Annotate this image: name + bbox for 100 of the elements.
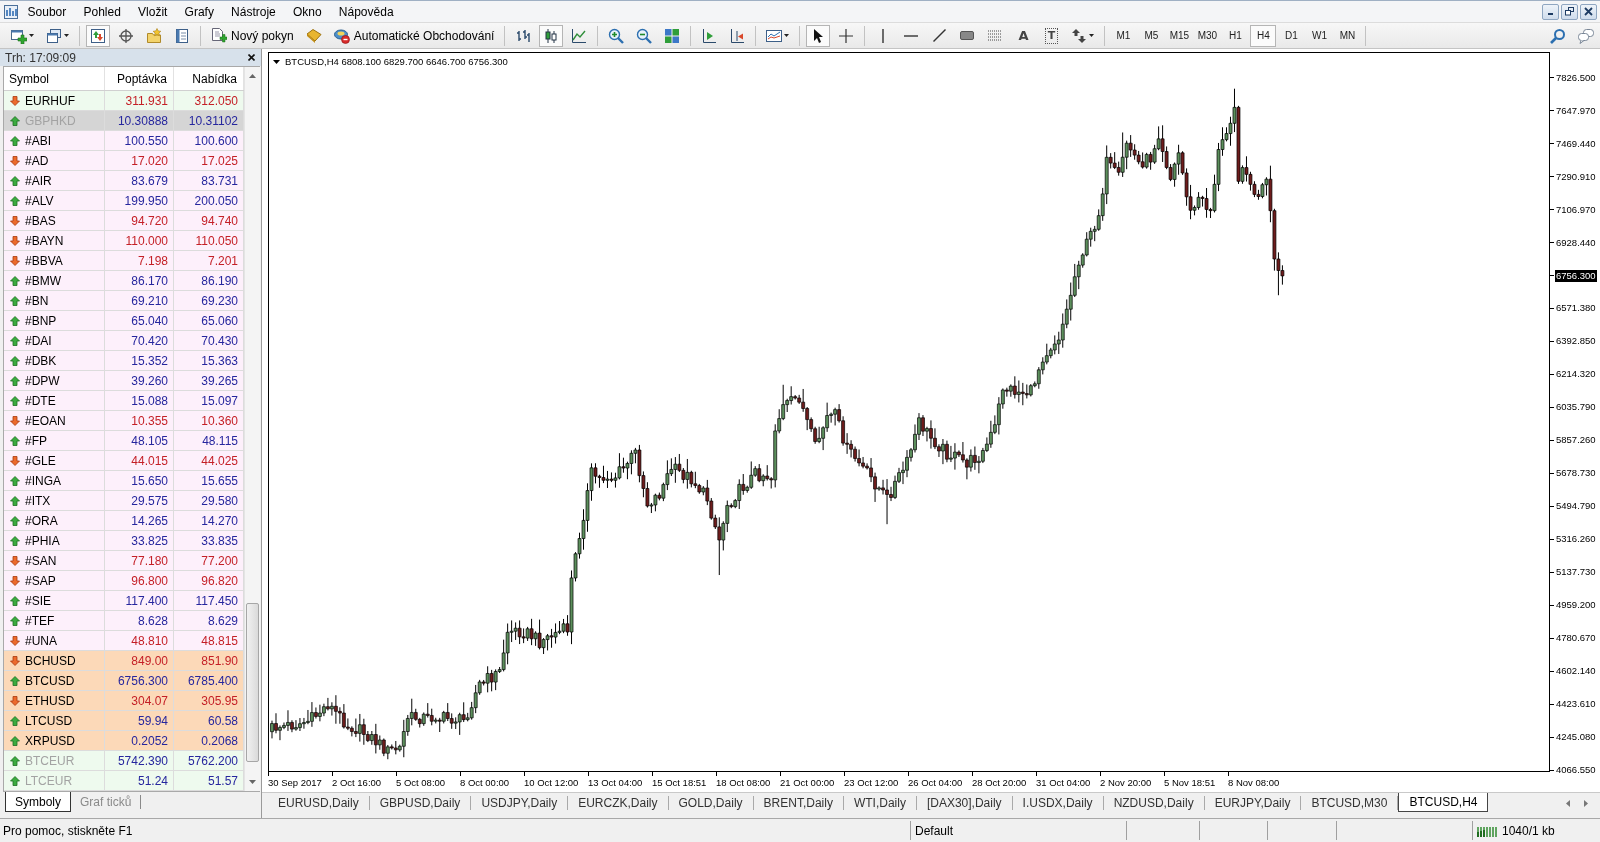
- tile-windows-icon: [664, 27, 681, 44]
- bid-price: 10.30888: [105, 111, 174, 130]
- quote-row[interactable]: ETHUSD 304.07 305.95: [4, 691, 244, 711]
- caret-icon: [1089, 34, 1095, 37]
- time-label: 28 Oct 20:00: [972, 777, 1027, 788]
- quote-row[interactable]: #BNP 65.040 65.060: [4, 311, 244, 331]
- toolbar-button[interactable]: [539, 24, 564, 47]
- bid-price: 59.94: [105, 711, 174, 730]
- symbol-name: BCHUSD: [25, 653, 76, 668]
- quote-row[interactable]: #FP 48.105 48.115: [4, 431, 244, 451]
- quote-row[interactable]: XRPUSD 0.2052 0.2068: [4, 731, 244, 751]
- quote-row[interactable]: BCHUSD 849.00 851.90: [4, 651, 244, 671]
- scroll-thumb[interactable]: [246, 603, 259, 762]
- chart-tab[interactable]: USDJPY,Daily: [471, 796, 569, 810]
- quote-row[interactable]: LTCUSD 59.94 60.58: [4, 711, 244, 731]
- quote-row[interactable]: #SAP 96.800 96.820: [4, 571, 244, 591]
- quote-row[interactable]: #DBK 15.352 15.363: [4, 351, 244, 371]
- time-label: 26 Oct 04:00: [908, 777, 963, 788]
- close-icon: [1584, 7, 1593, 16]
- chart-tab[interactable]: [DAX30],Daily: [916, 796, 1013, 810]
- chart-tab[interactable]: EURUSD,Daily: [268, 796, 370, 810]
- quote-row[interactable]: #SIE 117.400 117.450: [4, 591, 244, 611]
- caret-icon: [29, 34, 34, 37]
- panel-tab[interactable]: Symboly: [5, 792, 71, 812]
- new-order-button[interactable]: Nový pokyn: [207, 24, 298, 47]
- price-label: 6571.380: [1555, 302, 1597, 315]
- quote-row[interactable]: #ITX 29.575 29.580: [4, 491, 244, 511]
- quote-row[interactable]: #PHIA 33.825 33.835: [4, 531, 244, 551]
- toolbar-button[interactable]: [86, 24, 110, 47]
- quote-row[interactable]: #DPW 39.260 39.265: [4, 371, 244, 391]
- toolbar-button[interactable]: A: [1011, 24, 1036, 47]
- quote-row[interactable]: #ABI 100.550 100.600: [4, 131, 244, 151]
- quote-row[interactable]: #EOAN 10.355 10.360: [4, 411, 244, 431]
- timeframe-button[interactable]: M1: [1110, 24, 1137, 47]
- chat-bubbles-icon: [1578, 27, 1594, 44]
- quote-row[interactable]: #SAN 77.180 77.200: [4, 551, 244, 571]
- timeframe-button[interactable]: W1: [1306, 24, 1333, 47]
- menu-item[interactable]: Soubor: [19, 1, 75, 22]
- chart-tab[interactable]: I.USDX,Daily: [1012, 796, 1104, 810]
- timeframe-button[interactable]: MN: [1334, 24, 1361, 47]
- down-triangle-icon[interactable]: [273, 59, 280, 64]
- up-caret-icon[interactable]: [249, 74, 256, 78]
- restore-button[interactable]: [1561, 3, 1578, 20]
- close-button[interactable]: [1580, 3, 1597, 20]
- timeframe-button[interactable]: H4: [1250, 24, 1277, 47]
- close-icon[interactable]: [248, 54, 255, 61]
- quote-row[interactable]: #AD 17.020 17.025: [4, 151, 244, 171]
- left-arrow-icon[interactable]: [1566, 799, 1570, 807]
- quote-row[interactable]: #ALV 199.950 200.050: [4, 191, 244, 211]
- timeframe-button[interactable]: H1: [1222, 24, 1249, 47]
- quote-row[interactable]: #GLE 44.015 44.025: [4, 451, 244, 471]
- quote-row[interactable]: #ORA 14.265 14.270: [4, 511, 244, 531]
- auto-trading-button[interactable]: Automatické Obchodování: [329, 24, 499, 47]
- quote-row[interactable]: #UNA 48.810 48.815: [4, 631, 244, 651]
- bid-price: 48.105: [105, 431, 174, 450]
- quote-row[interactable]: #DAI 70.420 70.430: [4, 331, 244, 351]
- menu-item[interactable]: Vložit: [129, 1, 176, 22]
- quote-row[interactable]: #TEF 8.628 8.629: [4, 611, 244, 631]
- chart-tab[interactable]: WTI,Daily: [843, 796, 917, 810]
- scrollbar[interactable]: [244, 67, 260, 791]
- help-text: Pro pomoc, stiskněte F1: [3, 823, 133, 838]
- quote-row[interactable]: #BAYN 110.000 110.050: [4, 231, 244, 251]
- timeframe-button[interactable]: D1: [1278, 24, 1305, 47]
- column-header[interactable]: Poptávka: [105, 67, 174, 90]
- menu-item[interactable]: Nástroje: [222, 1, 285, 22]
- chart-tab[interactable]: EURCZK,Daily: [568, 796, 669, 810]
- menu-item[interactable]: Pohled: [74, 1, 130, 22]
- toolbar-button[interactable]: T: [1039, 24, 1064, 47]
- menu-item[interactable]: Nápověda: [330, 1, 403, 22]
- bid-price: 15.352: [105, 351, 174, 370]
- down-caret-icon[interactable]: [249, 780, 256, 784]
- menu-item[interactable]: Okno: [284, 1, 331, 22]
- chart-tab[interactable]: GOLD,Daily: [668, 796, 754, 810]
- quote-row[interactable]: #INGA 15.650 15.655: [4, 471, 244, 491]
- right-arrow-icon[interactable]: [1584, 799, 1588, 807]
- chart-tab[interactable]: BTCUSD,H4: [1398, 793, 1489, 812]
- timeframe-button[interactable]: M15: [1166, 24, 1193, 47]
- quote-row[interactable]: #BAS 94.720 94.740: [4, 211, 244, 231]
- bid-price: 14.265: [105, 511, 174, 530]
- minimize-button[interactable]: [1542, 3, 1559, 20]
- document-plus-icon: [211, 27, 227, 44]
- quote-row[interactable]: #BBVA 7.198 7.201: [4, 251, 244, 271]
- quote-row[interactable]: BTCUSD 6756.300 6785.400: [4, 671, 244, 691]
- timeframe-button[interactable]: M30: [1194, 24, 1221, 47]
- toolbar-button[interactable]: [806, 24, 831, 47]
- chart-tab[interactable]: GBPUSD,Daily: [369, 796, 472, 810]
- chart-tab[interactable]: BRENT,Daily: [753, 796, 844, 810]
- quote-row[interactable]: #BN 69.210 69.230: [4, 291, 244, 311]
- quote-row[interactable]: #AIR 83.679 83.731: [4, 171, 244, 191]
- quote-row[interactable]: EURHUF 311.931 312.050: [4, 91, 244, 111]
- price-label: 4066.550: [1555, 764, 1597, 777]
- column-header[interactable]: Symbol: [4, 67, 105, 90]
- chart-tab[interactable]: EURJPY,Daily: [1204, 796, 1302, 810]
- timeframe-button[interactable]: M5: [1138, 24, 1165, 47]
- quote-row[interactable]: #BMW 86.170 86.190: [4, 271, 244, 291]
- symbol-name: #BAS: [25, 213, 56, 228]
- quote-row[interactable]: #DTE 15.088 15.097: [4, 391, 244, 411]
- time-label: 10 Oct 12:00: [524, 777, 579, 788]
- chart-tab[interactable]: NZDUSD,Daily: [1103, 796, 1205, 810]
- menu-item[interactable]: Grafy: [176, 1, 223, 22]
